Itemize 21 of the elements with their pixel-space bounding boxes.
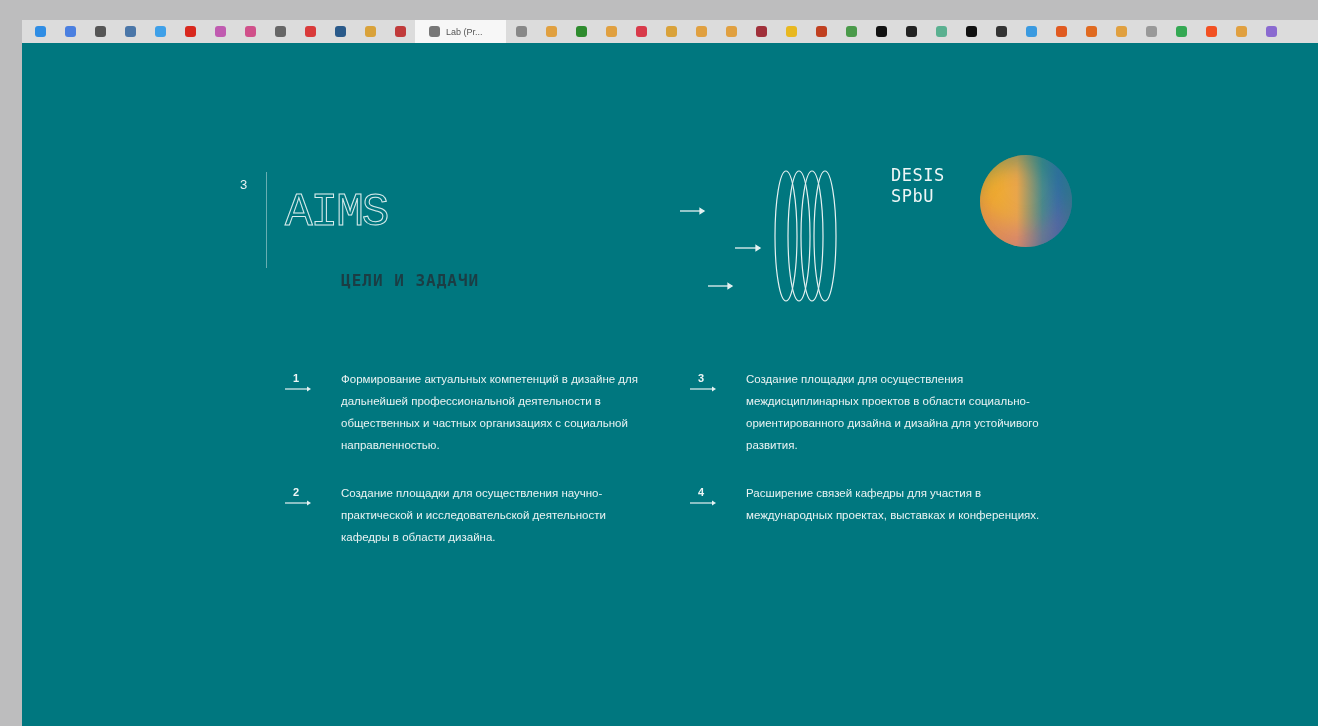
browser-tab[interactable]: Lab (Pr...	[415, 20, 506, 43]
aim-text: Формирование актуальных компетенций в дизайне для дальнейшей профессиональной деятельности в общественных и частных организациях с социальной направленностью.	[341, 372, 639, 453]
item-number: 3	[696, 372, 706, 384]
arrow-icon	[285, 500, 311, 506]
arrow-icon	[679, 207, 706, 215]
brand-text: DESIS	[891, 165, 946, 186]
slide-subtitle: ЦЕЛИ И ЗАДАЧИ	[341, 273, 480, 289]
aim-text: Создание площадки для осуществления научно-практической и исследовательской деятельности кафедры в области дизайна.	[341, 486, 607, 545]
arrow-icon	[734, 244, 762, 252]
arrow-icon	[285, 386, 311, 392]
item-number: 2	[291, 486, 301, 498]
aim-text: Создание площадки для осуществления междисциплинарных проектов в области социально-ориентированного дизайна и дизайна для устойчивого развития.	[746, 372, 1040, 453]
item-number: 1	[291, 372, 301, 384]
arrow-icon	[690, 386, 716, 392]
slide-title: AIMS	[285, 190, 389, 236]
brand-text: SPbU	[891, 186, 935, 207]
arrow-icon	[690, 500, 716, 506]
slide-number: 3	[240, 178, 249, 194]
item-number: 4	[696, 486, 706, 498]
aim-text: Расширение связей кафедры для участия в международных проектах, выставках и конференциях.	[746, 486, 1041, 523]
arrow-icon	[707, 282, 734, 290]
